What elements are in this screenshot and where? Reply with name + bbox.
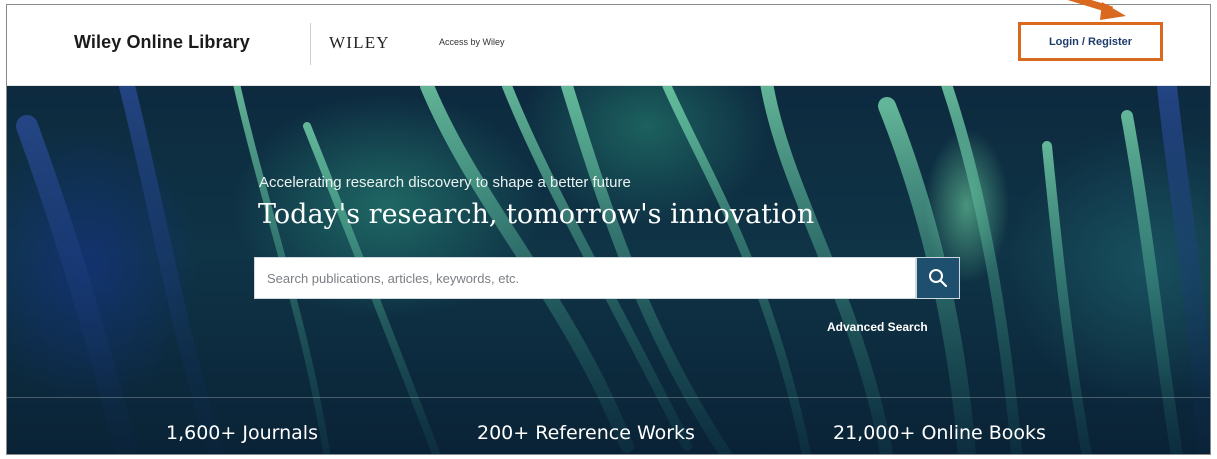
site-brand-link[interactable]: Wiley Online Library bbox=[74, 32, 250, 53]
hero-headline: Today's research, tomorrow's innovation bbox=[258, 199, 815, 230]
login-register-button[interactable]: Login / Register bbox=[1018, 22, 1163, 61]
highlight-arrow bbox=[1067, 0, 1126, 20]
hero-tagline: Accelerating research discovery to shape… bbox=[259, 174, 631, 191]
header-divider bbox=[310, 23, 311, 65]
search-input[interactable] bbox=[254, 257, 916, 299]
access-by-wiley-text: Access by Wiley bbox=[439, 37, 505, 47]
page-frame: Wiley Online Library WILEY Access by Wil… bbox=[6, 4, 1211, 455]
stat-reference-works-link[interactable]: 200+ Reference Works bbox=[477, 422, 695, 444]
stat-online-books-link[interactable]: 21,000+ Online Books bbox=[833, 422, 1046, 444]
site-header: Wiley Online Library WILEY Access by Wil… bbox=[7, 5, 1210, 86]
search-bar bbox=[254, 257, 960, 299]
hero-banner: Accelerating research discovery to shape… bbox=[7, 86, 1210, 454]
advanced-search-link[interactable]: Advanced Search bbox=[827, 320, 928, 334]
login-register-label: Login / Register bbox=[1048, 35, 1133, 48]
stats-divider bbox=[7, 397, 1210, 398]
wiley-logo[interactable]: WILEY bbox=[329, 33, 390, 53]
search-button[interactable] bbox=[916, 257, 960, 299]
search-icon bbox=[929, 269, 948, 288]
stat-journals-link[interactable]: 1,600+ Journals bbox=[166, 422, 318, 444]
